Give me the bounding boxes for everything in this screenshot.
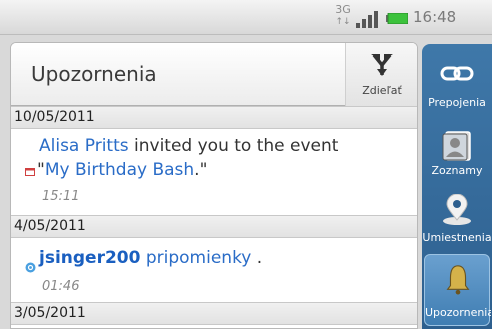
notification-text-line2: "My Birthday Bash." [37,160,208,180]
notifications-panel: Upozornenia Zdieľať 10/05/2011 Alisa Pri… [10,42,418,329]
header: Upozornenia Zdieľať [11,43,417,106]
tab-rail: Prepojenia Zoznamy Umiestnenia Upozornen… [422,44,492,329]
location-pin-icon [443,194,471,225]
event-link[interactable]: My Birthday Bash [45,160,194,180]
notification-item[interactable]: jsinger200 pripomienky . 01:46 [11,238,417,300]
notification-item[interactable]: Alisa Pritts invited you to the event "M… [11,129,417,209]
share-button[interactable]: Zdieľať [345,43,417,106]
event-icon [25,168,35,176]
tab-zoznamy[interactable]: Zoznamy [422,112,492,178]
tab-prepojenia[interactable]: Prepojenia [422,46,492,112]
link-icon [440,66,474,81]
notification-text: jsinger200 pripomienky . [39,248,263,268]
mention-icon [25,262,36,273]
tab-umiestnenia[interactable]: Umiestnenia [422,178,492,244]
notification-time: 01:46 [42,279,80,294]
battery-icon [386,13,408,24]
notification-text: Alisa Pritts invited you to the event [39,136,339,156]
clock: 16:48 [413,8,457,26]
network-3g-icon: 3G ↑↓ [335,3,351,27]
actor-link[interactable]: Alisa Pritts [39,136,129,156]
page-title: Upozornenia [31,62,157,86]
actor-link[interactable]: jsinger200 [39,248,140,268]
contacts-icon [442,131,471,161]
tab-upozornenia[interactable]: Upozornenia [424,254,491,326]
notification-time: 15:11 [42,189,80,204]
date-separator: 3/05/2011 [11,302,417,325]
share-icon [371,53,393,76]
date-separator: 10/05/2011 [11,106,417,129]
share-label: Zdieľať [362,84,402,97]
signal-strength-icon [356,11,378,28]
bell-icon [446,265,470,295]
status-bar: 3G ↑↓ 16:48 [0,0,492,35]
date-separator: 4/05/2011 [11,215,417,238]
